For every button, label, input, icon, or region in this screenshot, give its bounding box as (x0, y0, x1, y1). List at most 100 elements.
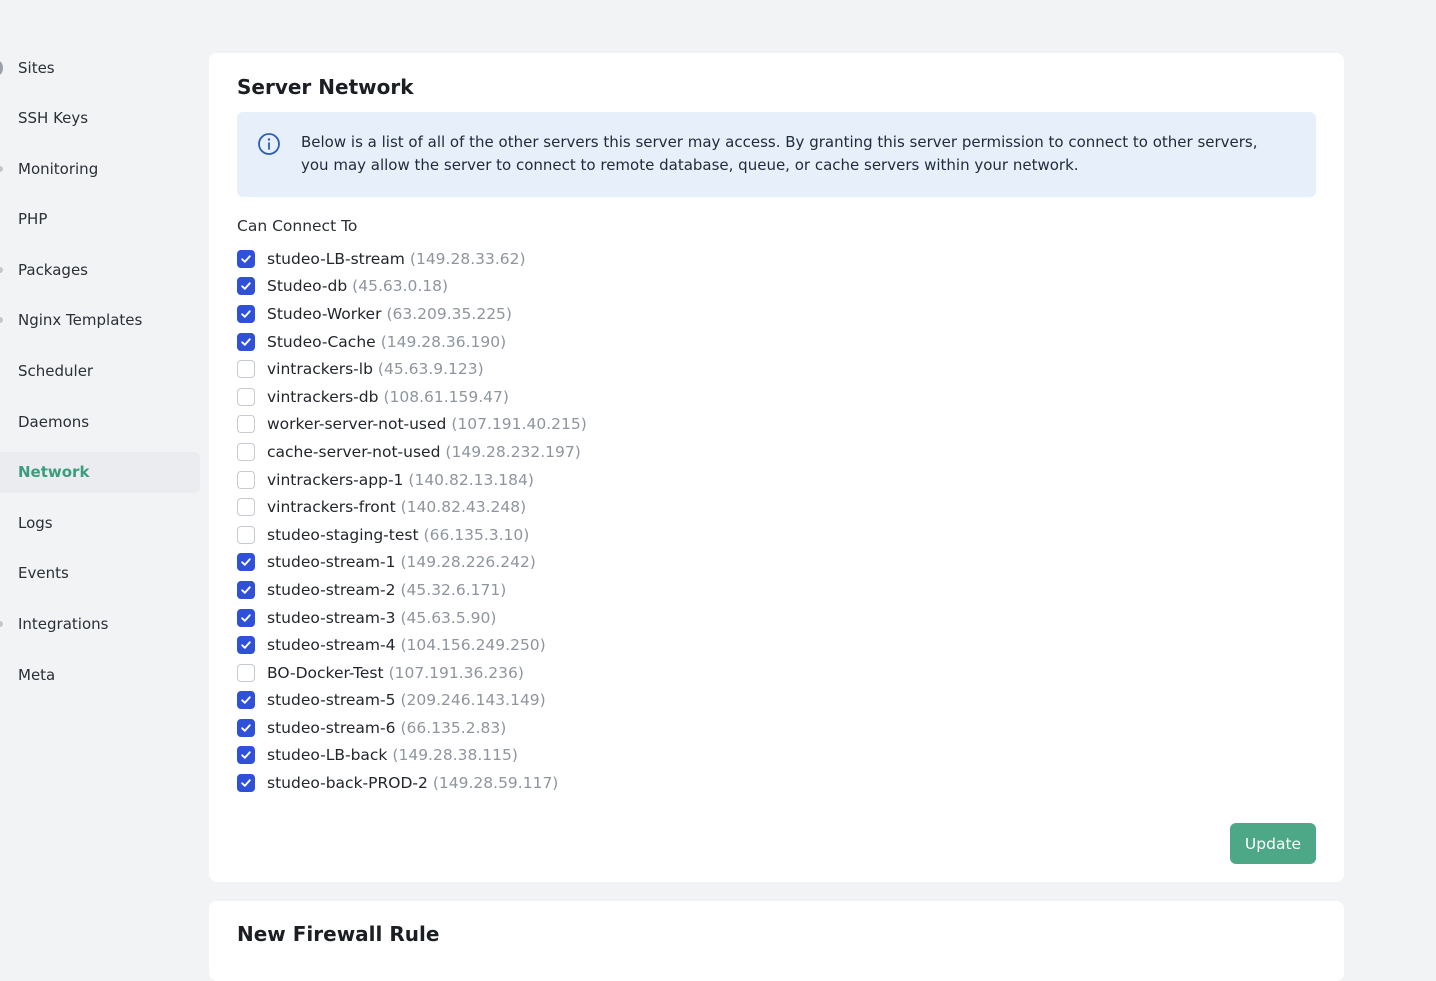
server-ip: (107.191.36.236) (388, 663, 524, 682)
server-name: vintrackers-db (267, 387, 379, 406)
server-checkbox[interactable] (237, 525, 255, 544)
server-row[interactable]: BO-Docker-Test (107.191.36.236) (237, 659, 587, 687)
server-checkbox[interactable] (237, 691, 255, 710)
server-checkbox[interactable] (237, 387, 255, 406)
server-ip: (108.61.159.47) (383, 387, 509, 406)
can-connect-label: Can Connect To (237, 217, 358, 235)
checkmark-icon (241, 613, 251, 622)
sidebar-item-scheduler[interactable]: Scheduler (0, 351, 200, 392)
server-checkbox[interactable] (237, 608, 255, 627)
server-ip: (149.28.59.117) (432, 774, 559, 793)
checkmark-icon (241, 724, 251, 732)
server-row[interactable]: studeo-stream-2 (45.32.6.171) (237, 576, 587, 604)
nav-edge-marker (0, 266, 3, 273)
info-callout: Below is a list of all of the other serv… (237, 112, 1316, 197)
server-ip: (140.82.13.184) (408, 470, 534, 489)
checkmark-icon (241, 558, 251, 567)
server-checkbox[interactable] (237, 498, 255, 517)
server-checkbox[interactable] (237, 470, 255, 489)
server-name: studeo-stream-1 (267, 553, 396, 572)
server-row[interactable]: studeo-stream-3 (45.63.5.90) (237, 604, 587, 632)
checkmark-icon (241, 779, 251, 787)
server-row[interactable]: studeo-staging-test (66.135.3.10) (237, 521, 587, 549)
server-ip: (104.156.249.250) (400, 636, 546, 655)
server-name: studeo-stream-5 (267, 691, 396, 710)
checkmark-icon (241, 310, 251, 318)
server-ip: (149.28.33.62) (409, 249, 526, 268)
server-ip: (140.82.43.248) (400, 498, 527, 517)
server-checkbox[interactable] (237, 746, 255, 765)
server-row[interactable]: Studeo-Cache (149.28.36.190) (237, 328, 587, 356)
server-ip: (66.135.3.10) (423, 525, 530, 544)
server-row[interactable]: vintrackers-lb (45.63.9.123) (237, 355, 587, 383)
server-checkbox[interactable] (237, 360, 255, 379)
server-row[interactable]: worker-server-not-used (107.191.40.215) (237, 411, 587, 439)
sidebar-item-label: Scheduler (18, 362, 94, 381)
server-row[interactable]: studeo-LB-back (149.28.38.115) (237, 742, 587, 770)
server-ip: (45.63.0.18) (352, 277, 449, 296)
server-name: Studeo-Worker (267, 304, 382, 323)
server-name: studeo-back-PROD-2 (267, 774, 428, 793)
server-row[interactable]: studeo-stream-4 (104.156.249.250) (237, 631, 587, 659)
server-checkbox[interactable] (237, 415, 255, 434)
server-network-card: Server Network Below is a list of all of… (209, 53, 1344, 882)
server-row[interactable]: studeo-stream-5 (209.246.143.149) (237, 687, 587, 715)
server-checkbox[interactable] (237, 304, 255, 323)
sidebar-item-label: Events (18, 564, 69, 583)
sidebar: Sites SSH Keys Monitoring PHP Packages N… (0, 47, 200, 705)
server-row[interactable]: vintrackers-db (108.61.159.47) (237, 383, 587, 411)
server-row[interactable]: Studeo-db (45.63.0.18) (237, 273, 587, 301)
server-name: worker-server-not-used (267, 415, 447, 434)
server-name: Studeo-Cache (267, 332, 376, 351)
sidebar-item-sites[interactable]: Sites (0, 47, 200, 88)
server-name: Studeo-db (267, 277, 348, 296)
sidebar-item-label: Sites (18, 58, 55, 77)
sidebar-item-monitoring[interactable]: Monitoring (0, 148, 200, 189)
sidebar-item-integrations[interactable]: Integrations (0, 604, 200, 645)
server-row[interactable]: vintrackers-front (140.82.43.248) (237, 493, 587, 521)
server-checkbox[interactable] (237, 774, 255, 793)
sidebar-item-events[interactable]: Events (0, 553, 200, 594)
server-checkbox[interactable] (237, 442, 255, 461)
server-name: studeo-LB-stream (267, 249, 405, 268)
server-name: studeo-stream-6 (267, 718, 396, 737)
server-row[interactable]: Studeo-Worker (63.209.35.225) (237, 300, 587, 328)
server-checkbox[interactable] (237, 332, 255, 351)
sidebar-item-label: SSH Keys (18, 109, 89, 128)
sidebar-item-meta[interactable]: Meta (0, 654, 200, 695)
sidebar-item-label: Monitoring (18, 159, 99, 178)
checkmark-icon (241, 255, 251, 263)
server-checkbox[interactable] (237, 277, 255, 296)
server-checkbox[interactable] (237, 553, 255, 572)
server-row[interactable]: studeo-stream-1 (149.28.226.242) (237, 549, 587, 577)
server-ip: (63.209.35.225) (386, 304, 512, 323)
server-checkbox[interactable] (237, 663, 255, 682)
sidebar-item-label: Nginx Templates (18, 311, 143, 330)
server-row[interactable]: studeo-back-PROD-2 (149.28.59.117) (237, 769, 587, 797)
sidebar-item-label: Integrations (18, 615, 109, 634)
server-name: cache-server-not-used (267, 442, 441, 461)
server-checkbox[interactable] (237, 636, 255, 655)
server-checkbox[interactable] (237, 249, 255, 268)
sidebar-item-label: Daemons (18, 412, 90, 431)
server-row[interactable]: studeo-stream-6 (66.135.2.83) (237, 714, 587, 742)
server-row[interactable]: studeo-LB-stream (149.28.33.62) (237, 245, 587, 273)
server-name: vintrackers-front (267, 498, 396, 517)
checkmark-icon (241, 696, 251, 705)
server-checkbox[interactable] (237, 718, 255, 737)
sidebar-item-daemons[interactable]: Daemons (0, 401, 200, 442)
sidebar-item-ssh-keys[interactable]: SSH Keys (0, 98, 200, 139)
sidebar-item-network[interactable]: Network (0, 451, 200, 493)
server-row[interactable]: cache-server-not-used (149.28.232.197) (237, 438, 587, 466)
sidebar-item-logs[interactable]: Logs (0, 502, 200, 543)
server-checkbox[interactable] (237, 580, 255, 599)
sidebar-item-packages[interactable]: Packages (0, 249, 200, 290)
update-button[interactable]: Update (1230, 823, 1316, 864)
checkmark-icon (241, 641, 251, 649)
checkmark-icon (241, 586, 251, 594)
sidebar-item-nginx-templates[interactable]: Nginx Templates (0, 300, 200, 341)
server-row[interactable]: vintrackers-app-1 (140.82.13.184) (237, 466, 587, 494)
server-name: studeo-stream-4 (267, 636, 396, 655)
info-circle-icon (258, 133, 280, 155)
sidebar-item-php[interactable]: PHP (0, 199, 200, 240)
